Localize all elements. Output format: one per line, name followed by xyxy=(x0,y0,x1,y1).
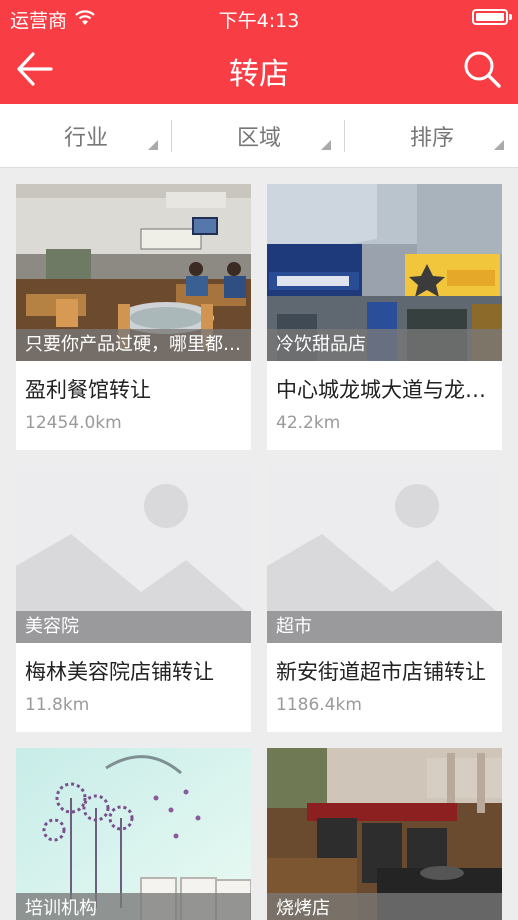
listing-photo: 培训机构 xyxy=(16,748,251,920)
search-icon xyxy=(464,51,501,88)
placeholder-image-icon: 美容院 xyxy=(16,466,251,643)
dropdown-triangle-icon xyxy=(148,140,158,150)
listing-photo: 只要你产品过硬，哪里都能卖 xyxy=(16,184,251,361)
listing-photo: 冷饮甜品店 xyxy=(267,184,502,361)
filter-sort-label: 排序 xyxy=(409,125,454,151)
listing-card[interactable]: 超市 新安街道超市店铺转让 1186.4km xyxy=(267,466,502,732)
placeholder-image-icon: 超市 xyxy=(267,466,502,643)
page-title: 转店 xyxy=(229,57,289,92)
listing-category: 培训机构 xyxy=(16,893,251,920)
filter-industry-label: 行业 xyxy=(63,125,108,151)
filter-region[interactable]: 区域 xyxy=(173,104,345,167)
navigation-bar: 转店 xyxy=(0,34,518,104)
listing-card[interactable]: 培训机构 xyxy=(16,748,251,920)
listing-card[interactable]: 冷饮甜品店 中心城龙城大道与龙华路交汇处旺铺转让 42.2km xyxy=(267,184,502,450)
filter-sort[interactable]: 排序 xyxy=(346,104,518,167)
listing-title: 梅林美容院店铺转让 xyxy=(25,660,214,684)
battery-icon xyxy=(472,9,512,25)
listing-distance: 11.8km xyxy=(25,695,90,715)
listing-card[interactable]: 只要你产品过硬，哪里都能卖 盈利餐馆转让 12454.0km xyxy=(16,184,251,450)
listing-title: 盈利餐馆转让 xyxy=(25,378,151,402)
status-time: 下午4:13 xyxy=(218,10,300,32)
listing-title: 新安街道超市店铺转让 xyxy=(276,660,486,684)
filter-bar: 行业 区域 排序 xyxy=(0,104,518,168)
filter-industry[interactable]: 行业 xyxy=(0,104,172,167)
listing-category: 美容院 xyxy=(16,611,251,643)
listing-distance: 42.2km xyxy=(276,413,341,433)
listing-card[interactable]: 美容院 梅林美容院店铺转让 11.8km xyxy=(16,466,251,732)
dropdown-triangle-icon xyxy=(494,140,504,150)
listing-category: 超市 xyxy=(267,611,502,643)
listing-distance: 12454.0km xyxy=(25,413,122,433)
status-bar: 运营商 下午4:13 xyxy=(0,0,518,34)
listing-category: 烧烤店 xyxy=(267,893,502,920)
dropdown-triangle-icon xyxy=(321,140,331,150)
listing-category: 只要你产品过硬，哪里都能卖 xyxy=(16,329,251,361)
filter-region-label: 区域 xyxy=(236,125,281,151)
listing-distance: 1186.4km xyxy=(276,695,362,715)
listing-photo: 烧烤店 xyxy=(267,748,502,920)
listing-card[interactable]: 烧烤店 xyxy=(267,748,502,920)
listing-title: 中心城龙城大道与龙华路交汇处旺铺转让 xyxy=(276,378,493,402)
search-button[interactable] xyxy=(462,49,502,89)
listing-category: 冷饮甜品店 xyxy=(267,329,502,361)
